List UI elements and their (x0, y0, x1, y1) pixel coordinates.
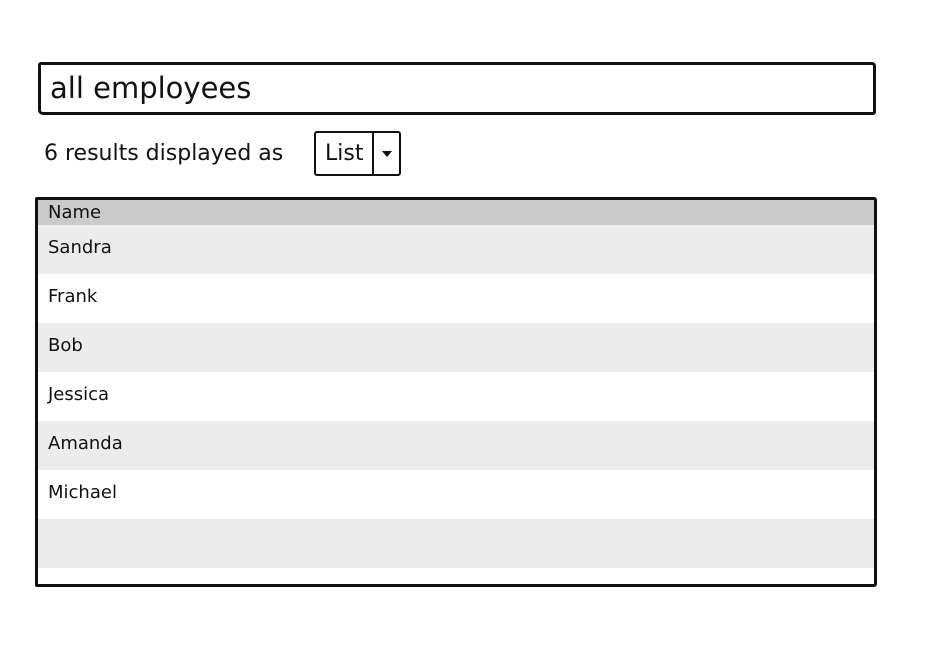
chevron-down-icon (381, 150, 392, 157)
results-count-label: 6 results displayed as (44, 141, 284, 166)
table-row[interactable]: Amanda (38, 421, 874, 470)
table-body: Sandra Frank Bob Jessica Amanda Michael (38, 225, 874, 568)
dropdown-arrow-button[interactable] (372, 133, 399, 174)
table-row[interactable]: Michael (38, 470, 874, 519)
search-input[interactable] (50, 67, 850, 109)
table-row[interactable]: Bob (38, 323, 874, 372)
table-row[interactable]: Sandra (38, 225, 874, 274)
column-header-name[interactable]: Name (38, 200, 874, 225)
search-box[interactable] (38, 62, 876, 115)
empty-table-row (38, 519, 874, 568)
table-row[interactable]: Frank (38, 274, 874, 323)
employee-table: Name Sandra Frank Bob Jessica Amanda Mic… (35, 197, 877, 587)
view-mode-select[interactable]: List (314, 131, 401, 176)
table-row[interactable]: Jessica (38, 372, 874, 421)
view-mode-value: List (325, 141, 364, 166)
